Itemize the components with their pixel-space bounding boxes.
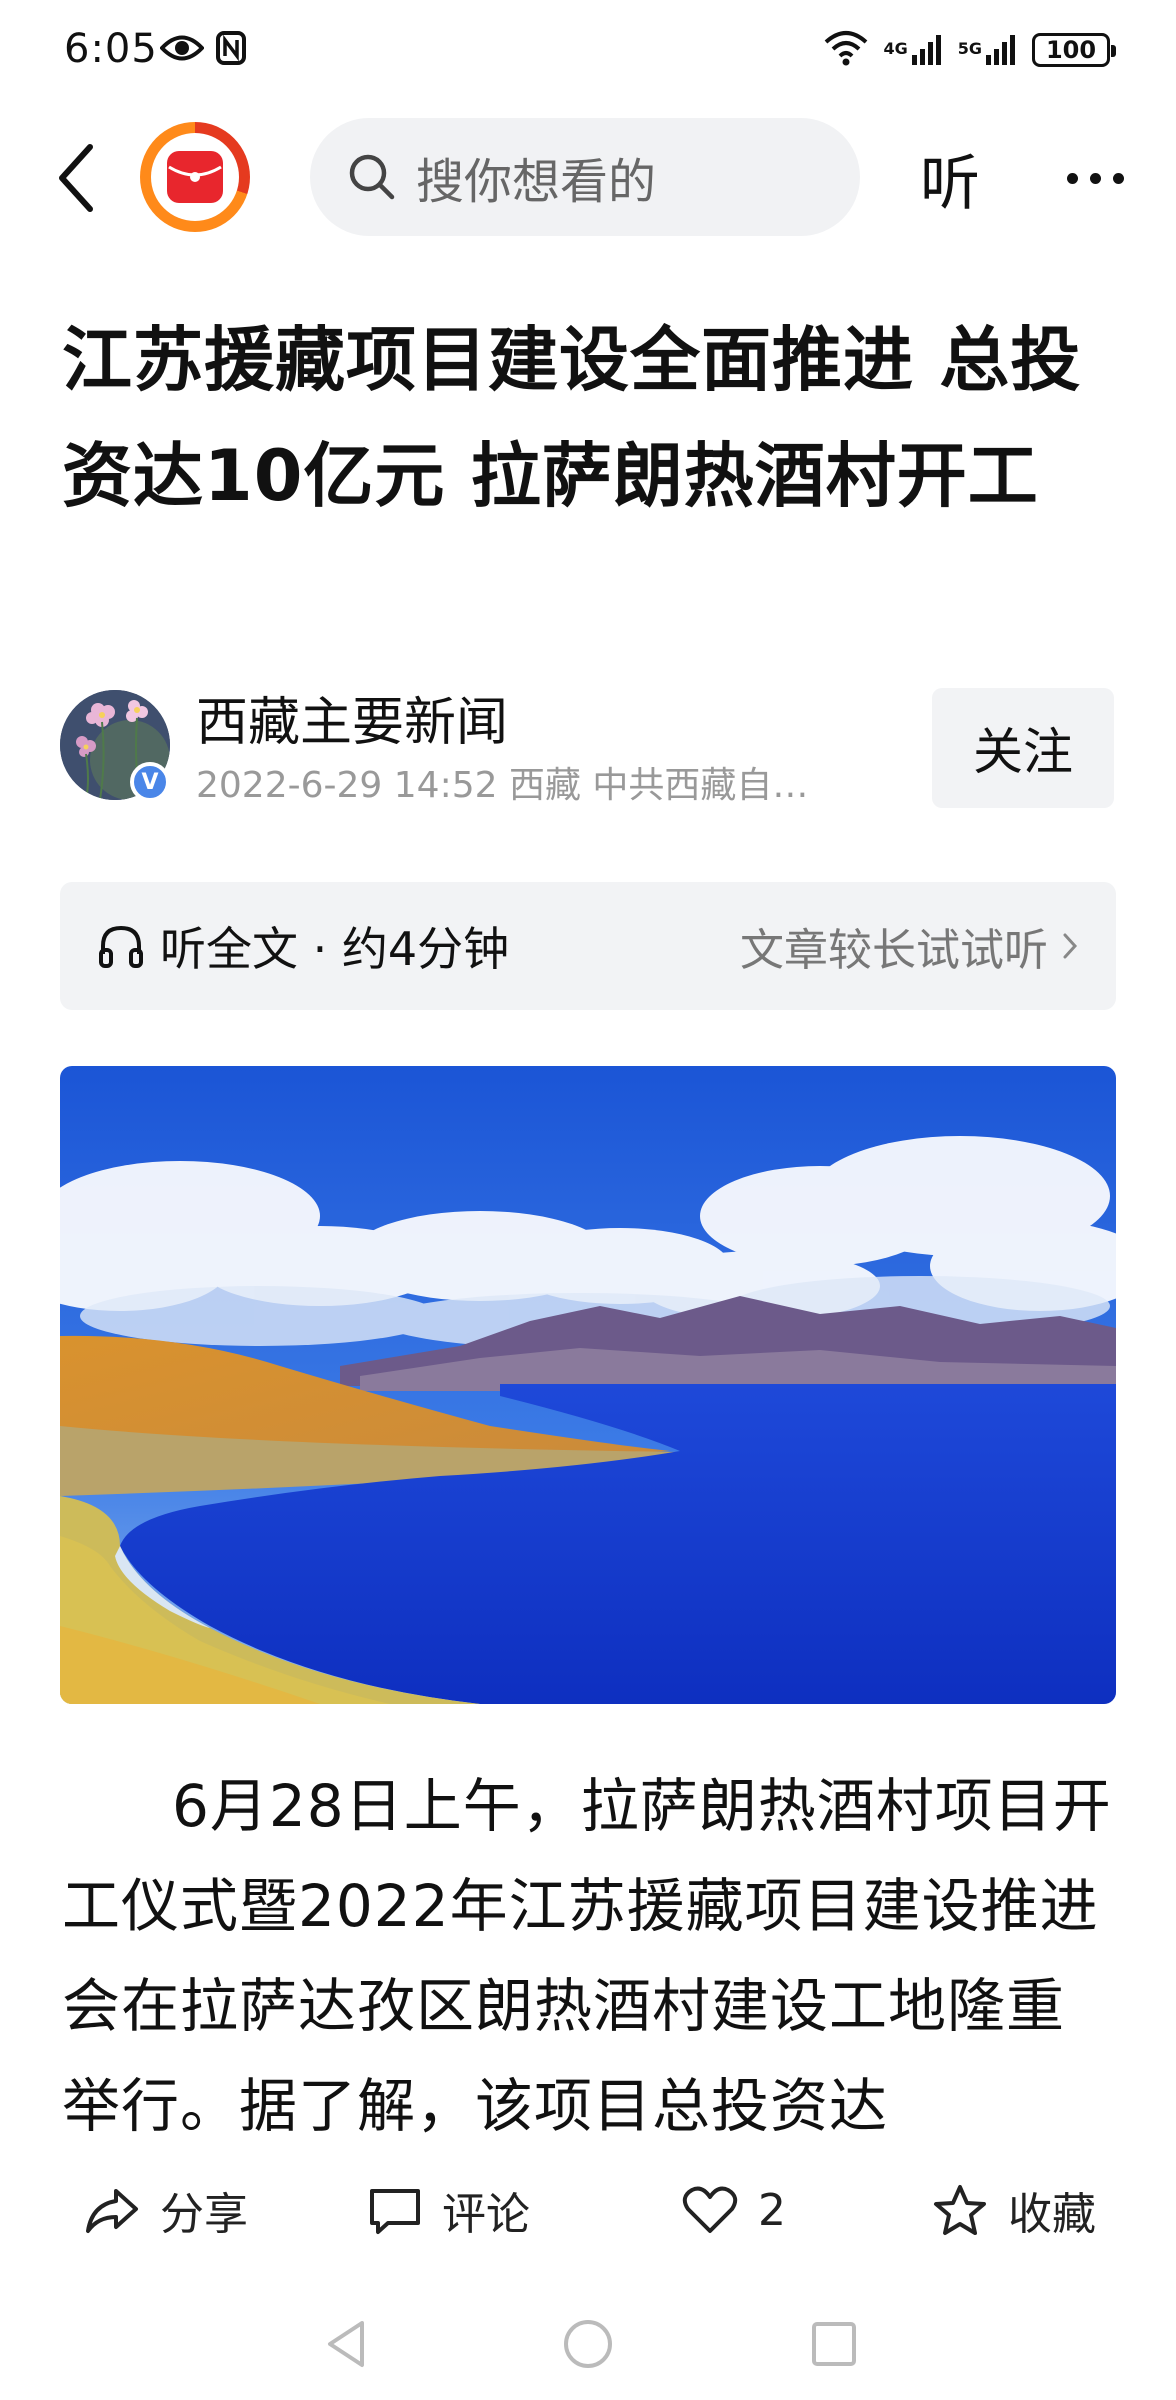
- listen-duration-label: 听全文 · 约4分钟: [160, 922, 510, 976]
- author-name[interactable]: 西藏主要新闻: [196, 680, 508, 755]
- like-button[interactable]: 2: [682, 2165, 786, 2255]
- share-button[interactable]: 分享: [84, 2165, 248, 2255]
- star-icon: [934, 2185, 986, 2235]
- chevron-right-icon: [1063, 933, 1078, 959]
- comment-button[interactable]: 评论: [368, 2165, 530, 2255]
- system-recents-button[interactable]: [806, 2316, 862, 2372]
- search-placeholder: 搜你想看的: [416, 154, 657, 210]
- back-button[interactable]: [44, 130, 108, 226]
- triangle-back-icon: [328, 2321, 364, 2367]
- network-label-4g: 4G: [883, 39, 908, 58]
- article-meta: 2022-6-29 14:52 西藏 中共西藏自…: [196, 765, 809, 806]
- listen-bar-right: 文章较长试试听: [740, 882, 1078, 1010]
- square-recents-icon: [812, 2322, 856, 2366]
- search-icon: [349, 154, 395, 200]
- system-home-button[interactable]: [560, 2316, 616, 2372]
- listen-button[interactable]: 听: [910, 130, 990, 226]
- status-bar: 6:05 4G 5G 100: [0, 0, 1176, 100]
- nfc-icon: [216, 31, 246, 69]
- status-time: 6:05: [64, 26, 158, 72]
- app-logo-button[interactable]: [140, 122, 250, 232]
- network-label-5g: 5G: [957, 39, 982, 58]
- headphones-icon: [99, 925, 143, 968]
- share-icon: [86, 2189, 138, 2233]
- listen-suggestion-label: 文章较长试试听: [740, 925, 1048, 976]
- like-count: 2: [758, 2184, 786, 2236]
- share-label: 分享: [160, 2189, 248, 2240]
- more-dot-icon: [1089, 172, 1101, 184]
- app-logo-inner: [151, 133, 239, 221]
- comment-label: 评论: [442, 2189, 530, 2240]
- circle-home-icon: [564, 2320, 612, 2368]
- favorite-button[interactable]: 收藏: [932, 2165, 1096, 2255]
- listen-full-article-bar[interactable]: 听全文 · 约4分钟 文章较长试试听: [60, 882, 1116, 1010]
- lake-landscape-image: [60, 1066, 1116, 1704]
- search-input[interactable]: 搜你想看的: [310, 118, 860, 236]
- more-options-button[interactable]: [1050, 130, 1140, 226]
- battery-indicator: 100: [1032, 33, 1116, 67]
- article-photo[interactable]: [60, 1066, 1116, 1704]
- red-envelope-icon: [167, 151, 223, 203]
- heart-icon: [682, 2186, 738, 2233]
- signal-4g-icon: 4G: [883, 33, 943, 67]
- wifi-icon: [823, 30, 869, 70]
- chevron-left-icon: [59, 144, 93, 212]
- listen-bar-left: 听全文 · 约4分钟: [98, 882, 509, 1010]
- favorite-label: 收藏: [1008, 2189, 1096, 2240]
- eye-icon: [159, 33, 205, 67]
- status-left-icons: [159, 26, 246, 74]
- signal-5g-icon: 5G: [958, 33, 1018, 67]
- more-dot-icon: [1066, 172, 1078, 184]
- follow-button[interactable]: 关注: [932, 688, 1114, 808]
- article-body: 6月28日上午，拉萨朗热酒村项目开工仪式暨2022年江苏援藏项目建设推进会在拉萨…: [62, 1772, 1112, 2136]
- verified-badge: V: [130, 762, 170, 802]
- article-headline: 江苏援藏项目建设全面推进 总投资达10亿元 拉萨朗热酒村开工: [62, 319, 1082, 517]
- system-back-button[interactable]: [318, 2316, 374, 2372]
- more-dot-icon: [1112, 172, 1124, 184]
- status-right-icons: 4G 5G 100: [823, 26, 1116, 74]
- comment-icon: [370, 2189, 420, 2234]
